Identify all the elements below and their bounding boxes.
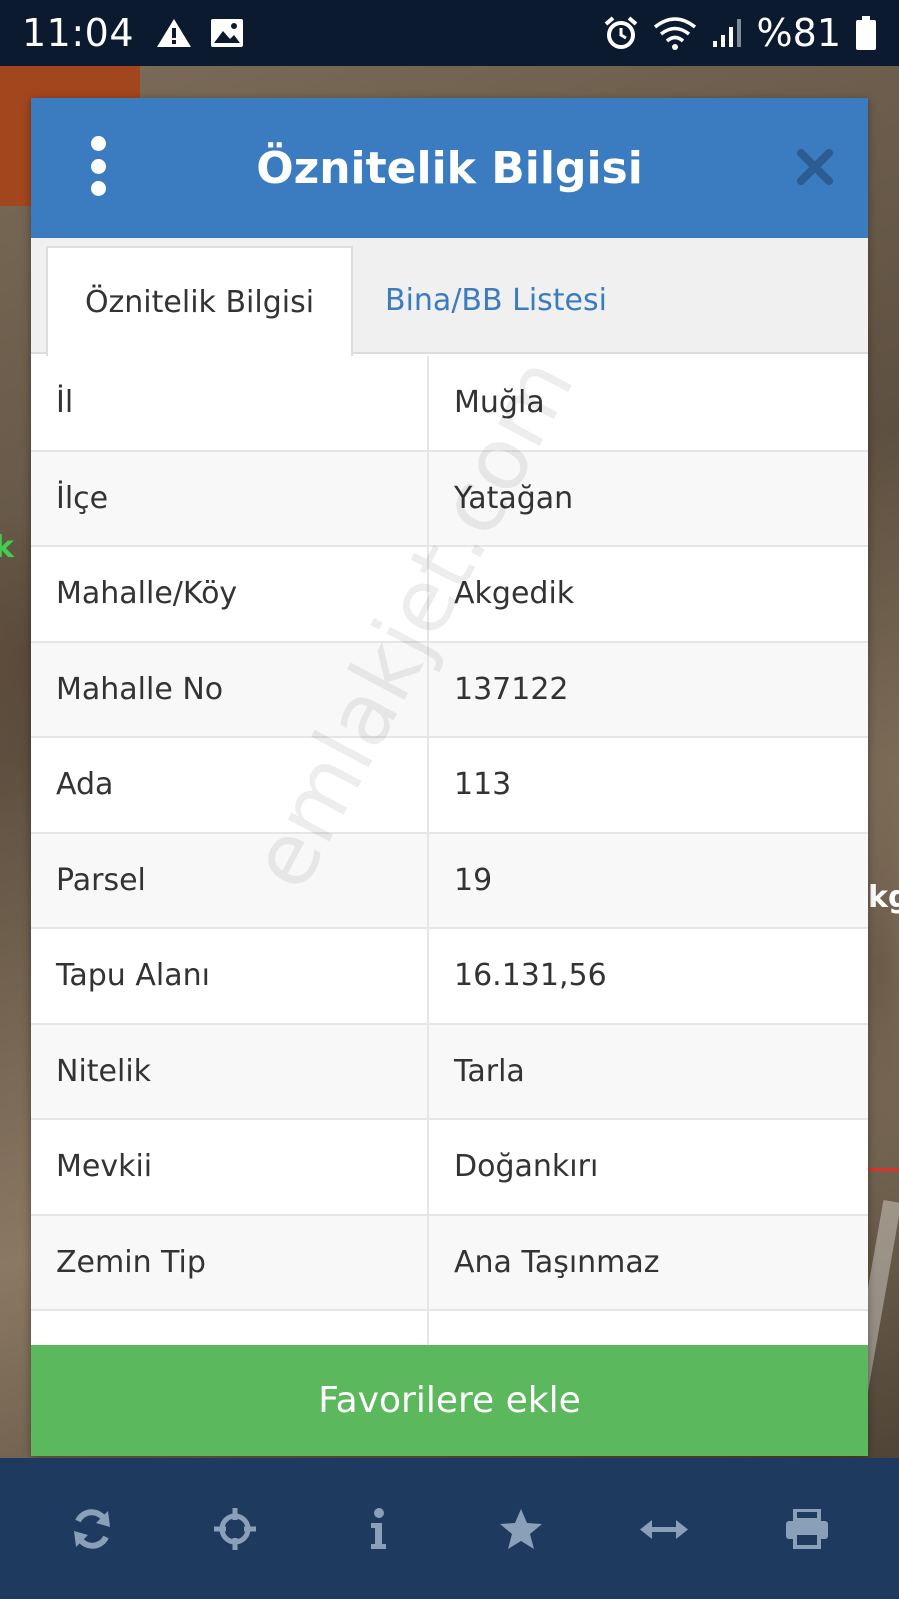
measure-icon[interactable] — [634, 1499, 694, 1559]
refresh-icon[interactable] — [62, 1499, 122, 1559]
bottom-toolbar — [0, 1458, 899, 1599]
tab-bar: Öznitelik Bilgisi Bina/BB Listesi — [31, 238, 868, 356]
wifi-icon — [653, 17, 696, 50]
close-icon[interactable] — [796, 148, 834, 186]
star-icon[interactable] — [491, 1499, 551, 1559]
tab-building-list[interactable]: Bina/BB Listesi — [353, 246, 607, 354]
info-icon[interactable] — [348, 1499, 408, 1559]
table-row: Parsel 19 — [31, 833, 868, 929]
status-time: 11:04 — [22, 11, 135, 55]
tab-attribute-info[interactable]: Öznitelik Bilgisi — [46, 246, 353, 356]
print-icon[interactable] — [777, 1499, 837, 1559]
row-key: Tapu Alanı — [31, 929, 429, 1023]
row-key: Zemin Tip — [31, 1215, 429, 1309]
row-value: Ana Taşınmaz — [454, 1244, 660, 1280]
table-row: Ada 113 — [31, 738, 868, 834]
map-label-left: k — [0, 530, 14, 565]
row-value: 19 — [454, 862, 493, 898]
row-value: 137122 — [454, 671, 569, 707]
row-value: Doğankırı — [454, 1149, 599, 1185]
signal-icon — [712, 19, 741, 47]
status-bar: 11:04 %81 — [0, 0, 899, 66]
row-key: Parsel — [31, 833, 429, 927]
row-value: Tarla — [454, 1053, 525, 1089]
table-row: Tapu Alanı 16.131,56 — [31, 929, 868, 1025]
row-key: Nitelik — [31, 1024, 429, 1118]
table-row: Zemin Tip Ana Taşınmaz — [31, 1215, 868, 1311]
tab-label: Bina/BB Listesi — [385, 282, 607, 318]
battery-icon — [856, 16, 876, 50]
map-boundary-line — [866, 1168, 899, 1171]
attribute-info-dialog: Öznitelik Bilgisi Öznitelik Bilgisi Bina… — [31, 98, 868, 1456]
row-value: 113 — [454, 767, 512, 803]
image-icon — [211, 19, 244, 47]
status-system-icons: %81 — [603, 11, 877, 55]
table-row: İl Muğla — [31, 356, 868, 452]
row-key: İlçe — [31, 451, 429, 545]
row-key: İl — [31, 356, 429, 450]
dialog-header: Öznitelik Bilgisi — [31, 98, 868, 238]
battery-percentage: %81 — [756, 11, 841, 55]
map-label-right: kg — [868, 880, 899, 915]
table-row: Mevkii Doğankırı — [31, 1120, 868, 1216]
row-key: Mevkii — [31, 1120, 429, 1214]
more-vertical-icon[interactable] — [83, 136, 113, 196]
warning-icon — [157, 19, 192, 47]
status-notification-icons — [156, 17, 244, 49]
table-row: Nitelik Tarla — [31, 1024, 868, 1120]
crosshair-icon[interactable] — [205, 1499, 265, 1559]
alarm-icon — [604, 16, 637, 49]
dialog-title: Öznitelik Bilgisi — [256, 142, 643, 194]
add-to-favorites-button[interactable]: Favorilere ekle — [31, 1345, 868, 1456]
tab-label: Öznitelik Bilgisi — [84, 284, 315, 320]
row-value: 16.131,56 — [454, 958, 607, 994]
